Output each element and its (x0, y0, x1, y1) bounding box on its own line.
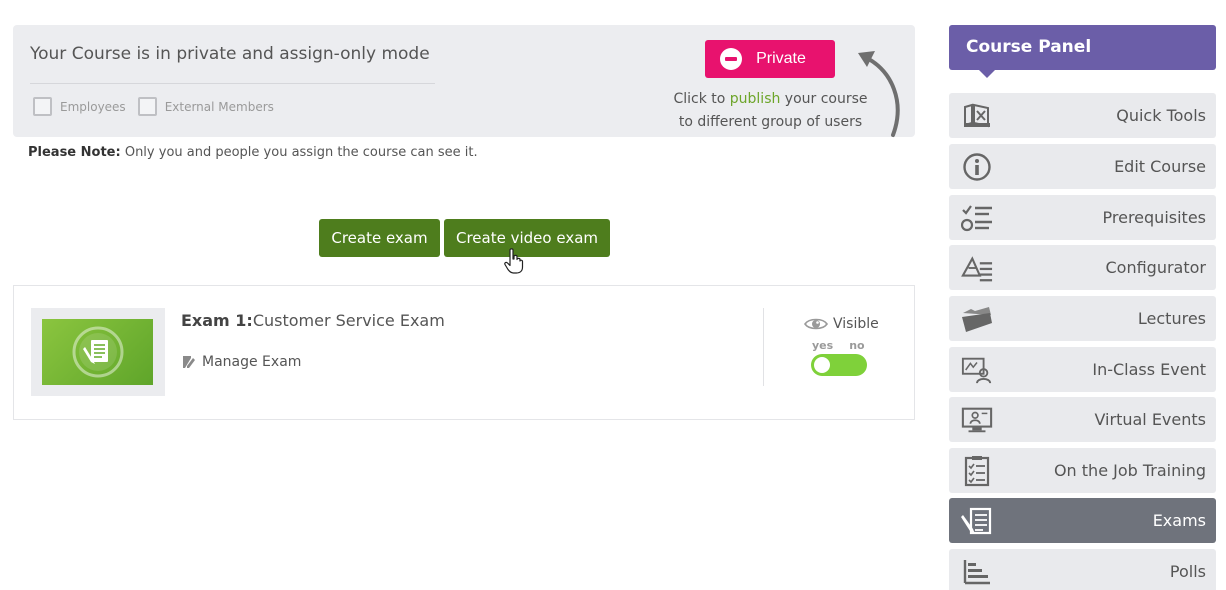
poll-icon (961, 556, 993, 588)
publish-prefix: Click to (673, 91, 730, 107)
panel-item-virtual-events[interactable]: Virtual Events (949, 397, 1216, 442)
toggle-knob (814, 357, 830, 373)
yes-label: yes (812, 339, 834, 352)
visibility-toggle[interactable] (811, 354, 867, 376)
checklist-icon (961, 202, 993, 234)
folder-icon (961, 303, 993, 335)
no-label: no (849, 339, 865, 352)
panel-item-label: In-Class Event (1092, 360, 1206, 379)
visible-text: Visible (833, 316, 879, 332)
divider (763, 308, 764, 386)
panel-item-configurator[interactable]: Configurator (949, 245, 1216, 290)
panel-item-lectures[interactable]: Lectures (949, 296, 1216, 341)
caret (979, 70, 995, 78)
panel-item-quick-tools[interactable]: Quick Tools (949, 93, 1216, 138)
eye-icon (804, 318, 828, 330)
checkbox-label: Employees (60, 99, 126, 114)
course-panel-title: Course Panel (966, 37, 1092, 57)
panel-item-label: Virtual Events (1094, 410, 1206, 429)
publish-line2: to different group of users (678, 114, 863, 130)
hand-cursor-icon (504, 248, 524, 274)
exam-thumbnail-image (42, 319, 153, 385)
no-entry-icon (720, 48, 743, 70)
checkbox-box[interactable] (33, 97, 52, 116)
panel-item-label: Configurator (1105, 258, 1207, 277)
exam-name: Customer Service Exam (252, 311, 445, 330)
panel-item-in-class-event[interactable]: In-Class Event (949, 347, 1216, 392)
audience-checkboxes: Employees External Members (33, 97, 286, 116)
panel-item-on-the-job-training[interactable]: On the Job Training (949, 448, 1216, 493)
panel-item-label: Exams (1152, 511, 1206, 530)
create-exam-button[interactable]: Create exam (319, 219, 440, 257)
private-button-label: Private (756, 50, 806, 67)
clipboard-icon (961, 455, 993, 487)
exam-title: Exam 1:Customer Service Exam (181, 311, 445, 330)
checkbox-box[interactable] (137, 97, 157, 116)
monitor-icon (961, 404, 993, 436)
exam-card: Exam 1:Customer Service Exam Manage Exam… (13, 285, 915, 420)
checkbox-label: External Members (164, 99, 274, 114)
publish-hint: Click to publish your course to differen… (663, 88, 878, 134)
privacy-box: Your Course is in private and assign-onl… (13, 25, 915, 137)
panel-item-exams[interactable]: Exams (949, 498, 1216, 543)
quick-tools-icon (961, 100, 993, 132)
panel-item-edit-course[interactable]: Edit Course (949, 144, 1216, 189)
external-members-checkbox[interactable]: External Members (137, 97, 274, 116)
panel-item-prerequisites[interactable]: Prerequisites (949, 195, 1216, 240)
exam-thumbnail (31, 308, 165, 396)
manage-exam-link[interactable]: Manage Exam (182, 354, 301, 370)
configurator-icon (961, 252, 993, 284)
divider (30, 83, 435, 84)
manage-exam-label: Manage Exam (202, 354, 302, 370)
panel-item-label: Lectures (1137, 309, 1206, 328)
employees-checkbox[interactable]: Employees (33, 97, 126, 116)
edit-icon (183, 356, 195, 368)
panel-item-label: Edit Course (1114, 157, 1206, 176)
visibility-label: Visible (804, 316, 879, 332)
note-label: Please Note: (28, 145, 121, 160)
create-video-exam-button[interactable]: Create video exam (444, 219, 610, 257)
exam-document-icon (72, 326, 123, 378)
course-panel-header: Course Panel (949, 25, 1216, 78)
panel-item-label: Polls (1169, 562, 1206, 581)
curved-arrow-icon (858, 51, 900, 137)
privacy-title: Your Course is in private and assign-onl… (30, 44, 430, 64)
panel-item-label: On the Job Training (1053, 461, 1206, 480)
classroom-icon (961, 354, 993, 386)
privacy-note: Please Note: Only you and people you ass… (28, 145, 478, 160)
panel-item-label: Prerequisites (1102, 208, 1206, 227)
exam-number: Exam 1: (181, 311, 253, 330)
panel-item-label: Quick Tools (1116, 106, 1206, 125)
publish-link[interactable]: publish (730, 91, 781, 107)
info-icon (961, 151, 993, 183)
private-button[interactable]: Private (705, 40, 835, 78)
panel-item-polls[interactable]: Polls (949, 549, 1216, 590)
note-text: Only you and people you assign the cours… (120, 145, 478, 160)
exam-icon (961, 505, 993, 537)
toggle-labels: yes no (812, 339, 865, 352)
